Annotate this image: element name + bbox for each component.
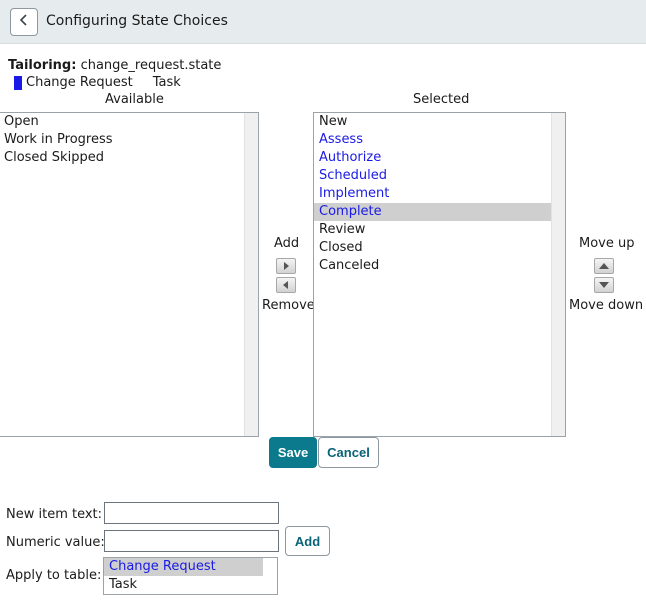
- selected-item[interactable]: Assess: [314, 131, 565, 149]
- move-up-button[interactable]: [594, 258, 614, 274]
- available-item[interactable]: Open: [0, 113, 258, 131]
- new-item-input[interactable]: [104, 502, 279, 524]
- save-button[interactable]: Save: [269, 437, 317, 468]
- move-down-button[interactable]: [594, 277, 614, 293]
- available-item[interactable]: Closed Skipped: [0, 149, 258, 167]
- add-label: Add: [274, 236, 300, 251]
- add-button[interactable]: [276, 258, 296, 274]
- arrow-down-icon: [599, 278, 609, 293]
- title-bar: Configuring State Choices: [0, 0, 646, 44]
- selected-list[interactable]: New Assess Authorize Scheduled Implement Comp…: [313, 112, 566, 437]
- selected-item[interactable]: New: [314, 113, 565, 131]
- remove-button[interactable]: [276, 277, 296, 293]
- tailoring-label: Tailoring:: [8, 58, 77, 73]
- legend-change-request: Change Request: [26, 75, 133, 90]
- apply-to-table-label: Apply to table:: [6, 568, 102, 583]
- remove-label: Remove: [262, 298, 315, 313]
- table-legend: Change Request Task: [14, 75, 181, 90]
- apply-table-option[interactable]: Task: [104, 576, 263, 594]
- change-request-color-swatch: [14, 75, 22, 90]
- move-down-label: Move down: [569, 298, 644, 313]
- arrow-right-icon: [282, 259, 290, 274]
- chevron-left-icon: [19, 13, 29, 31]
- legend-task: Task: [152, 75, 181, 90]
- numeric-value-label: Numeric value:: [6, 535, 105, 550]
- selected-item[interactable]: Scheduled: [314, 167, 565, 185]
- new-item-label: New item text:: [6, 507, 103, 522]
- apply-to-table-select[interactable]: Change Request Task: [103, 557, 278, 595]
- selected-item[interactable]: Canceled: [314, 257, 565, 275]
- selected-scrollbar[interactable]: [551, 113, 565, 436]
- selected-item[interactable]: Implement: [314, 185, 565, 203]
- arrow-up-icon: [599, 259, 609, 274]
- available-list[interactable]: Open Work in Progress Closed Skipped: [0, 112, 259, 437]
- tailoring-info: Tailoring: change_request.state: [8, 58, 221, 73]
- page-title: Configuring State Choices: [46, 13, 228, 29]
- numeric-value-input[interactable]: [104, 530, 279, 552]
- selected-item[interactable]: Authorize: [314, 149, 565, 167]
- back-button[interactable]: [10, 8, 38, 36]
- apply-table-option[interactable]: Change Request: [104, 558, 263, 576]
- arrow-left-icon: [282, 278, 290, 293]
- selected-item[interactable]: Review: [314, 221, 565, 239]
- move-up-label: Move up: [579, 236, 635, 251]
- available-scrollbar[interactable]: [244, 113, 258, 436]
- available-heading: Available: [105, 92, 164, 107]
- selected-item[interactable]: Closed: [314, 239, 565, 257]
- tailoring-value: change_request.state: [80, 58, 222, 73]
- add-item-button[interactable]: Add: [285, 526, 330, 556]
- selected-item[interactable]: Complete: [314, 203, 565, 221]
- selected-heading: Selected: [413, 92, 470, 107]
- cancel-button[interactable]: Cancel: [318, 437, 379, 468]
- available-item[interactable]: Work in Progress: [0, 131, 258, 149]
